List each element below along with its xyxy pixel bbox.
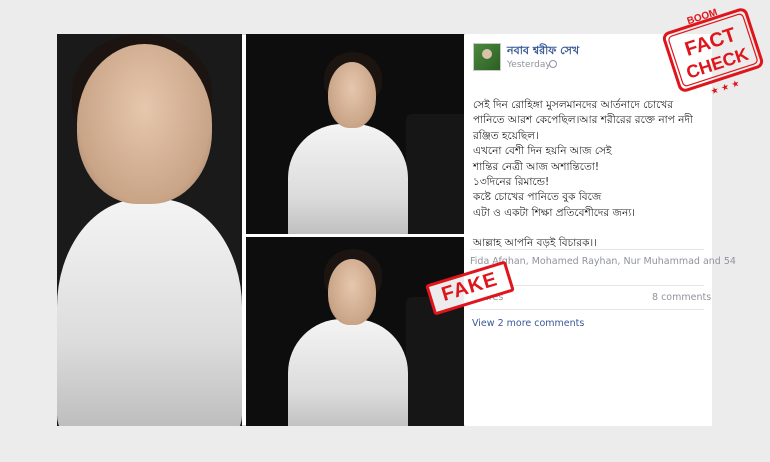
fact-check-logo: BOOM FACT CHECK ★ ★ ★ (662, 7, 764, 96)
person-face (77, 44, 212, 204)
post-body: সেই দিন রোহিঙ্গা মুসলমানদের আর্তনাদে চোখ… (473, 98, 705, 252)
car-door (406, 297, 464, 426)
photo-top-right (246, 34, 464, 234)
car-door (406, 114, 464, 234)
post-line: পানিতে আরশ কেপেছিল।আর শরীরের রক্তে নাপ ন… (473, 114, 693, 127)
person-body (288, 124, 408, 234)
post-line: সেই দিন রোহিঙ্গা মুসলমানদের আর্তনাদে চোখ… (473, 99, 674, 111)
post-line: শান্তির নেত্রী আজ অশান্তিতো! (473, 160, 600, 173)
post-line: এটা ও একটা শিক্ষা প্রতিবেশীদের জন্য। (473, 206, 636, 219)
view-more-comments-link[interactable]: View 2 more comments (472, 318, 584, 329)
person-body (57, 199, 242, 426)
comments-count[interactable]: 8 comments (652, 292, 711, 303)
divider (470, 249, 704, 250)
post-timestamp[interactable]: Yesterday (507, 60, 551, 70)
post-line: কষ্টে চোখের পানিতে বুক বিজে (473, 191, 602, 204)
factcheck-brand: BOOM (686, 7, 719, 27)
person-body (288, 319, 408, 426)
post-line: ১৩দিনের রিমান্ডে! (473, 176, 550, 189)
photo-bottom-right (246, 237, 464, 426)
person-face (328, 259, 376, 325)
post-line (473, 221, 705, 236)
divider (470, 309, 704, 310)
person-face (328, 62, 376, 128)
post-author[interactable]: নবাব শ্বরীফ সেখ (507, 42, 579, 61)
avatar[interactable] (473, 43, 501, 71)
post-line: এখনো বেশী দিন হয়নি আজ সেই (473, 145, 612, 158)
globe-icon (549, 60, 557, 68)
photo-left (57, 34, 242, 426)
post-line: রঞ্জিত হয়েছিল। (473, 129, 539, 142)
